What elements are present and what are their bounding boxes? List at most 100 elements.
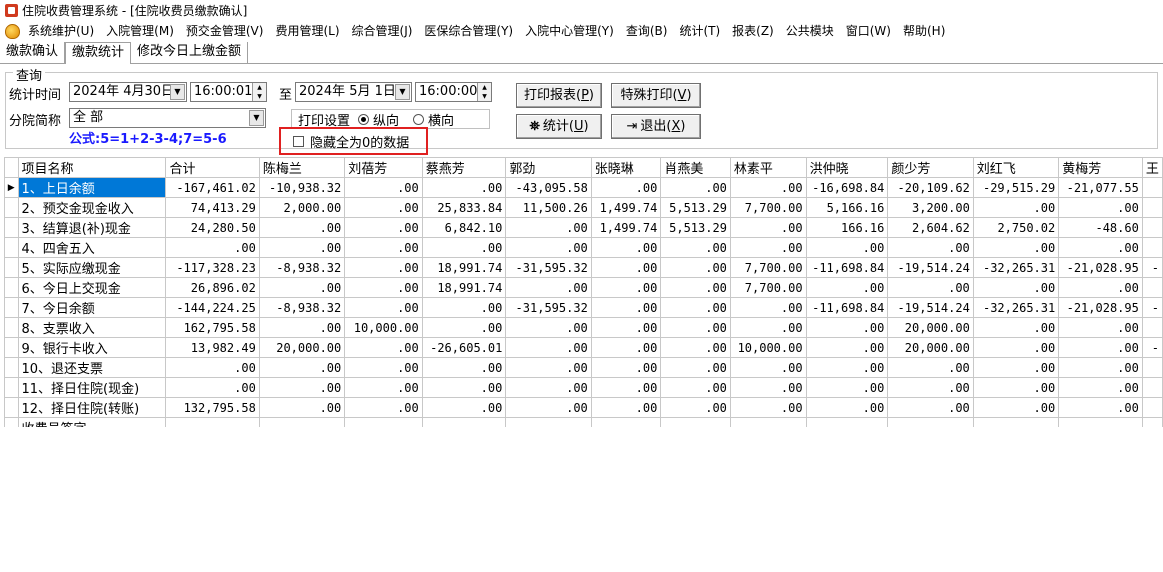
amount-cell[interactable] [590, 417, 662, 427]
amount-cell[interactable]: 20,000.00 [887, 337, 974, 358]
start-time-input[interactable]: 16:00:01 ▲ ▼ [190, 82, 267, 102]
item-name-cell[interactable]: 6、今日上交现金 [17, 277, 167, 298]
branch-select[interactable]: 全 部 ▼ [69, 108, 266, 128]
amount-cell[interactable]: .00 [165, 237, 260, 258]
column-header[interactable]: 项目名称 [17, 157, 167, 178]
column-header[interactable]: 陈梅兰 [258, 157, 346, 178]
amount-cell[interactable]: .00 [972, 397, 1060, 418]
column-header[interactable]: 洪仲晓 [805, 157, 889, 178]
amount-cell[interactable]: -32,265.31 [972, 257, 1060, 278]
menu-query[interactable]: 查询(B) [621, 20, 675, 42]
stats-grid[interactable]: 项目名称 合计 陈梅兰 刘蓓芳 蔡燕芳 郭劲 张晓琳 肖燕美 林素平 洪仲晓 颜… [4, 157, 1163, 427]
portrait-radio[interactable] [358, 113, 370, 125]
table-row[interactable]: 11、择日住院(现金) .00.00.00.00.00.00.00.00.00.0… [4, 377, 1163, 398]
amount-cell[interactable]: .00 [1058, 197, 1143, 218]
amount-cell[interactable]: -16,698.84 [805, 177, 889, 198]
amount-cell[interactable]: .00 [660, 177, 731, 198]
amount-cell[interactable]: .00 [505, 337, 592, 358]
amount-cell[interactable]: -144,224.25 [165, 297, 260, 318]
print-report-button[interactable]: 打印报表(P) [516, 83, 602, 108]
amount-cell[interactable]: .00 [590, 357, 662, 378]
start-date-picker[interactable]: 2024年 4月30日 ▼ [69, 82, 187, 102]
amount-cell[interactable]: .00 [505, 377, 592, 398]
amount-cell[interactable] [729, 417, 807, 427]
spin-icon[interactable]: ▲ ▼ [477, 83, 491, 101]
menu-public[interactable]: 公共模块 [781, 20, 841, 42]
amount-cell[interactable]: 132,795.58 [165, 397, 260, 418]
row-indicator[interactable] [4, 277, 19, 298]
amount-cell[interactable]: .00 [1058, 377, 1143, 398]
menu-admission[interactable]: 入院管理(M) [101, 20, 181, 42]
amount-cell[interactable]: .00 [972, 197, 1060, 218]
amount-cell[interactable]: 18,991.74 [421, 277, 507, 298]
column-header[interactable]: 林素平 [729, 157, 807, 178]
amount-cell[interactable]: .00 [421, 297, 507, 318]
spin-icon[interactable]: ▲ ▼ [252, 83, 266, 101]
amount-cell[interactable]: .00 [972, 337, 1060, 358]
coin-icon[interactable] [5, 23, 20, 39]
amount-cell[interactable]: .00 [421, 237, 507, 258]
amount-cell[interactable]: .00 [258, 237, 346, 258]
amount-cell[interactable]: .00 [421, 177, 507, 198]
table-row[interactable]: 2、预交金现金收入 74,413.29 2,000.00.00 25,833.84 11… [4, 197, 1163, 218]
chevron-down-icon[interactable]: ▼ [170, 84, 185, 100]
item-name-cell[interactable]: 11、择日住院(现金) [17, 377, 167, 398]
amount-cell[interactable]: .00 [421, 357, 507, 378]
amount-cell[interactable] [165, 417, 260, 427]
landscape-radio[interactable] [413, 113, 425, 125]
amount-cell[interactable]: -21,077.55 [1058, 177, 1143, 198]
amount-cell[interactable]: 10,000.00 [729, 337, 807, 358]
amount-cell[interactable]: 2,750.02 [972, 217, 1060, 238]
amount-cell[interactable]: .00 [729, 377, 807, 398]
table-row[interactable]: 7、今日余额 -144,224.25 -8,938.32.00.00 -31,595.… [4, 297, 1163, 318]
amount-cell[interactable]: 26,896.02 [165, 277, 260, 298]
amount-cell[interactable]: .00 [972, 237, 1060, 258]
amount-cell[interactable]: .00 [344, 237, 423, 258]
amount-cell[interactable] [887, 417, 974, 427]
amount-cell[interactable]: .00 [590, 377, 662, 398]
amount-cell[interactable]: .00 [805, 397, 889, 418]
amount-cell[interactable]: .00 [590, 337, 662, 358]
row-indicator[interactable] [4, 237, 19, 258]
amount-cell[interactable]: -48.60 [1058, 217, 1143, 238]
item-name-cell[interactable]: 2、预交金现金收入 [17, 197, 167, 218]
column-header[interactable]: 蔡燕芳 [421, 157, 507, 178]
menu-general[interactable]: 综合管理(J) [347, 20, 420, 42]
amount-cell[interactable]: 6,842.10 [421, 217, 507, 238]
item-name-cell[interactable]: 12、择日住院(转账) [17, 397, 167, 418]
column-header[interactable]: 黄梅芳 [1058, 157, 1143, 178]
amount-cell[interactable]: .00 [660, 237, 731, 258]
amount-cell[interactable]: 166.16 [805, 217, 889, 238]
hide-zero-checkbox[interactable] [293, 135, 304, 147]
amount-cell[interactable]: -11,698.84 [805, 257, 889, 278]
tab-payment-stats[interactable]: 缴款统计 [65, 42, 132, 64]
amount-cell[interactable]: .00 [421, 397, 507, 418]
amount-cell[interactable]: -117,328.23 [165, 257, 260, 278]
amount-cell[interactable]: .00 [660, 397, 731, 418]
portrait-label[interactable]: 纵向 [373, 110, 399, 129]
amount-cell[interactable]: .00 [344, 357, 423, 378]
amount-cell[interactable]: .00 [660, 257, 731, 278]
menu-admission-center[interactable]: 入院中心管理(Y) [520, 20, 621, 42]
item-name-cell[interactable]: 8、支票收入 [17, 317, 167, 338]
amount-cell[interactable]: .00 [887, 357, 974, 378]
amount-cell[interactable]: .00 [505, 217, 592, 238]
amount-cell[interactable] [505, 417, 592, 427]
amount-cell[interactable]: -31,595.32 [505, 297, 592, 318]
table-row[interactable]: 4、四舍五入 .00.00.00.00.00.00.00.00.00.00.00.… [4, 237, 1163, 258]
amount-cell[interactable]: 20,000.00 [887, 317, 974, 338]
chevron-down-icon[interactable]: ▼ [395, 84, 410, 100]
amount-cell[interactable]: .00 [805, 377, 889, 398]
amount-cell[interactable]: .00 [729, 397, 807, 418]
amount-cell[interactable]: -11,698.84 [805, 297, 889, 318]
menu-statistics[interactable]: 统计(T) [674, 20, 727, 42]
amount-cell[interactable]: - [1141, 337, 1163, 358]
amount-cell[interactable]: .00 [805, 277, 889, 298]
amount-cell[interactable] [660, 417, 731, 427]
amount-cell[interactable]: 5,513.29 [660, 197, 731, 218]
menu-help[interactable]: 帮助(H) [898, 20, 952, 42]
amount-cell[interactable]: 2,000.00 [258, 197, 346, 218]
amount-cell[interactable]: .00 [887, 377, 974, 398]
end-time-input[interactable]: 16:00:00 ▲ ▼ [415, 82, 492, 102]
amount-cell[interactable]: .00 [660, 297, 731, 318]
